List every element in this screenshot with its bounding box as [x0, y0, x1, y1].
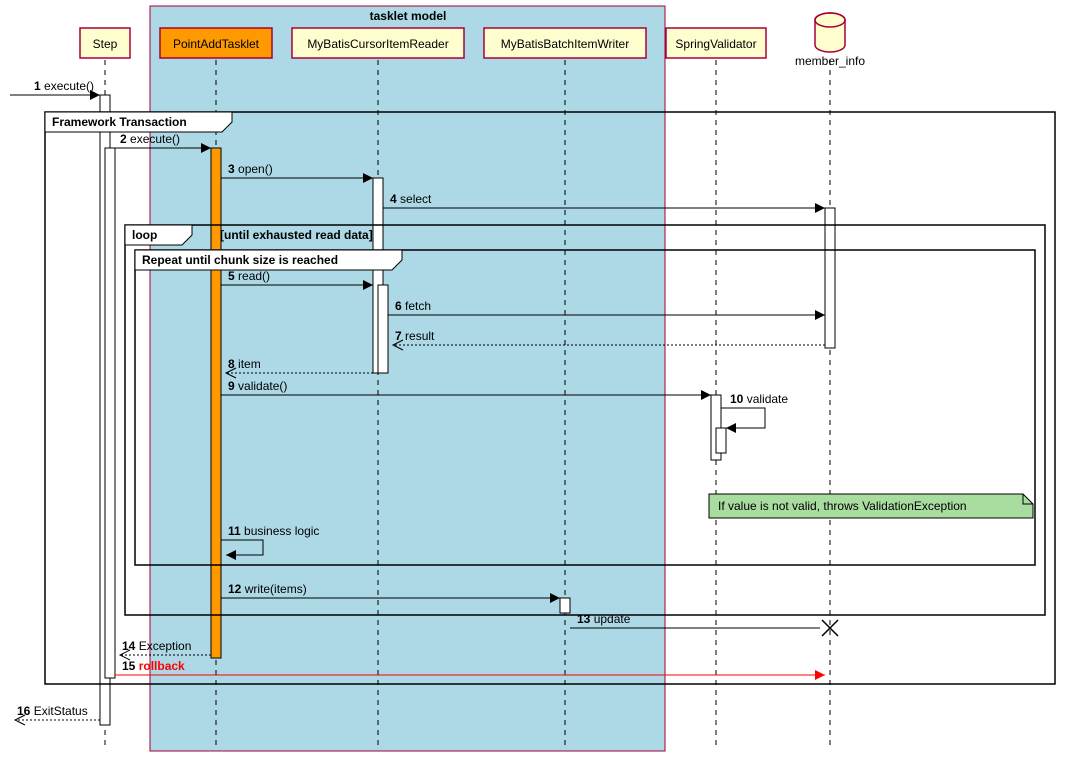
- activation-reader-inner: [378, 285, 388, 373]
- msg-m7: 7 result: [395, 329, 435, 343]
- arrowhead-m6: [815, 310, 825, 320]
- arrowhead-m4: [815, 203, 825, 213]
- msg-m13: 13 update: [577, 612, 631, 626]
- arrowhead-m15: [815, 670, 825, 680]
- participant-validator-label: SpringValidator: [675, 37, 756, 51]
- participant-reader-label: MyBatisCursorItemReader: [307, 37, 448, 51]
- msg-m8: 8 item: [228, 357, 261, 371]
- sequence-diagram: tasklet model Step PointAddTasklet MyBat…: [0, 0, 1066, 760]
- msg-m6: 6 fetch: [395, 299, 431, 313]
- note-text: If value is not valid, throws Validation…: [718, 499, 967, 513]
- participant-db-label: member_info: [795, 54, 865, 68]
- participant-db: [815, 13, 845, 52]
- msg-m15: 15 rollback: [122, 659, 185, 673]
- arrowhead-m10: [726, 423, 736, 433]
- activation-step-inner: [105, 148, 115, 678]
- msg-m10: 10 validate: [730, 392, 788, 406]
- arrowhead-m9: [701, 390, 711, 400]
- msg-m1: 1 execute(): [34, 79, 94, 93]
- msg-m12: 12 write(items): [228, 582, 307, 596]
- tasklet-model-title: tasklet model: [370, 9, 447, 23]
- frame-transaction-label: Framework Transaction: [52, 115, 187, 129]
- activation-writer: [560, 598, 570, 613]
- arrow-m10: [721, 408, 765, 428]
- participant-tasklet-label: PointAddTasklet: [173, 37, 260, 51]
- msg-m9: 9 validate(): [228, 379, 287, 393]
- frame-repeat-label: Repeat until chunk size is reached: [142, 253, 338, 267]
- msg-m2: 2 execute(): [120, 132, 180, 146]
- msg-m3: 3 open(): [228, 162, 273, 176]
- participant-writer-label: MyBatisBatchItemWriter: [501, 37, 629, 51]
- activation-validator-inner: [716, 428, 726, 453]
- msg-m11: 11 business logic: [228, 524, 319, 538]
- msg-m4: 4 select: [390, 192, 432, 206]
- activation-db1: [825, 208, 835, 348]
- msg-m16: 16 ExitStatus: [17, 704, 88, 718]
- msg-m5: 5 read(): [228, 269, 270, 283]
- participant-step-label: Step: [93, 37, 118, 51]
- msg-m14: 14 Exception: [122, 639, 191, 653]
- frame-loop-label: loop: [132, 228, 157, 242]
- frame-loop-cond: [until exhausted read data]: [220, 228, 373, 242]
